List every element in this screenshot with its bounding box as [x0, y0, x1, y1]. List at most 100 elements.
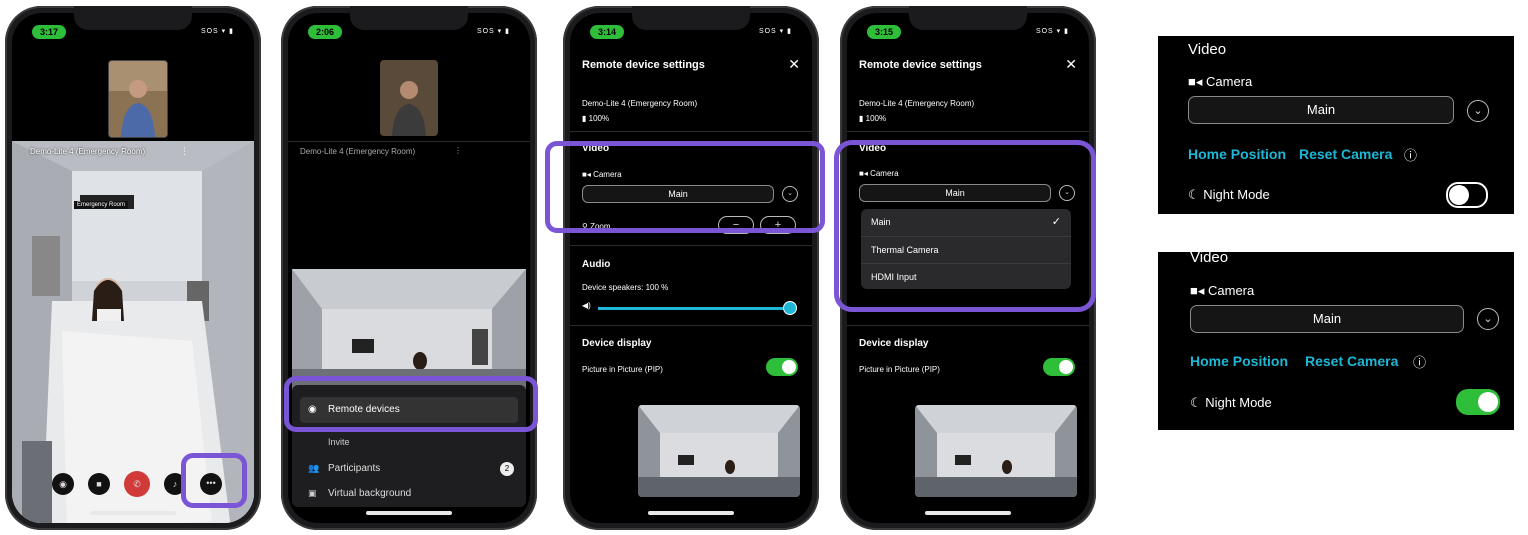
camera-icon: ■◂ — [1190, 283, 1208, 298]
menu-item-participants[interactable]: 👥 Participants 2 — [300, 461, 518, 479]
speakers-label: Device speakers: 100 % — [582, 283, 669, 292]
device-label: Demo-Lite 4 (Emergency Room) — [300, 147, 416, 156]
divider — [570, 131, 812, 132]
info-icon[interactable]: ⓘ — [1413, 352, 1426, 371]
menu-item-invite[interactable]: Invite — [300, 435, 518, 453]
hospital-room-image — [638, 405, 800, 497]
microphone-off-icon: ♪ — [172, 479, 178, 489]
device-label: Demo-Lite 4 (Emergency Room) — [30, 147, 146, 156]
more-vertical-icon[interactable]: ⋮ — [180, 146, 189, 157]
home-indicator — [925, 511, 1011, 515]
status-indicators: SOS ▾ ▮ — [200, 28, 234, 35]
camera-flip-icon: ◉ — [59, 479, 67, 489]
notch — [632, 6, 750, 30]
camera-select[interactable]: Main — [1188, 96, 1454, 124]
notch — [74, 6, 192, 30]
highlight-remote-devices — [284, 376, 538, 432]
toggle-knob — [1478, 392, 1498, 412]
reset-camera-button[interactable]: Reset Camera — [1299, 146, 1392, 162]
display-heading: Device display — [859, 338, 929, 349]
toggle-knob — [782, 360, 796, 374]
pip-label: Picture in Picture (PIP) — [582, 365, 663, 374]
video-camera-icon: ■ — [96, 479, 102, 489]
person-silhouette-icon — [109, 61, 167, 137]
menu-item-virtual-background[interactable]: ▣ Virtual background — [300, 486, 518, 504]
speaker-icon: ◀) — [582, 301, 591, 310]
close-icon[interactable]: ✕ — [788, 56, 800, 73]
battery-status: ▮ 100% — [582, 114, 610, 123]
status-time: 3:15 — [867, 25, 901, 39]
end-call-button[interactable]: ✆ — [124, 471, 150, 497]
phone-dropdown-screen: 3:15 SOS ▾ ▮ Remote device settings ✕ De… — [834, 6, 1096, 530]
phone-hangup-icon: ✆ — [133, 479, 141, 489]
phone-settings-screen: 3:14 SOS ▾ ▮ Remote device settings ✕ De… — [545, 6, 825, 530]
phone-menu-screen: 2:06 SOS ▾ ▮ Demo-Lite 4 (Emergency Room… — [281, 6, 538, 530]
chevron-down-icon[interactable]: ⌄ — [1477, 308, 1499, 330]
chevron-down-icon[interactable]: ⌄ — [1467, 100, 1489, 122]
slider-fill — [598, 307, 790, 310]
battery-icon: ▮ — [859, 114, 866, 123]
display-heading: Device display — [582, 338, 652, 349]
menu-item-label: Participants — [328, 463, 381, 474]
toggle-knob — [1059, 360, 1073, 374]
flip-camera-button[interactable]: ◉ — [52, 473, 74, 495]
settings-title: Remote device settings — [859, 59, 982, 71]
night-mode-toggle[interactable] — [1456, 389, 1500, 415]
divider — [570, 245, 812, 246]
info-icon[interactable]: ⓘ — [1404, 145, 1417, 164]
screen: 2:06 SOS ▾ ▮ Demo-Lite 4 (Emergency Room… — [288, 13, 530, 523]
video-settings-panel-night-on: Video ■◂ Camera Main ⌄ Home Position Res… — [1158, 249, 1514, 430]
status-indicators: SOS ▾ ▮ — [758, 28, 792, 35]
home-position-button[interactable]: Home Position — [1190, 353, 1288, 369]
speakers-slider[interactable] — [598, 301, 797, 315]
home-indicator — [366, 511, 452, 515]
moon-icon: ☾ — [1190, 395, 1206, 410]
hospital-room-image — [915, 405, 1077, 497]
reset-camera-button[interactable]: Reset Camera — [1305, 353, 1398, 369]
screen: 3:14 SOS ▾ ▮ Remote device settings ✕ De… — [570, 13, 812, 523]
status-indicators: SOS ▾ ▮ — [476, 28, 510, 35]
video-heading: Video — [1190, 249, 1229, 266]
night-mode-label: ☾ Night Mode — [1190, 395, 1272, 410]
menu-item-label: Invite — [328, 437, 350, 447]
notch — [350, 6, 468, 30]
phone-call-screen: 3:17 SOS ▾ ▮ Demo-Lite 4 (Emergency Room… — [5, 6, 261, 530]
highlight-more-button — [181, 453, 247, 508]
self-view-thumbnail[interactable] — [380, 60, 438, 136]
video-heading: Video — [1188, 41, 1227, 58]
moon-icon: ☾ — [1188, 187, 1204, 202]
camera-select[interactable]: Main — [1190, 305, 1464, 333]
night-mode-label: ☾ Night Mode — [1188, 187, 1270, 202]
toggle-knob — [1449, 185, 1469, 205]
home-position-button[interactable]: Home Position — [1188, 146, 1286, 162]
device-name: Demo-Lite 4 (Emergency Room) — [859, 99, 975, 108]
self-view-thumbnail[interactable] — [108, 60, 168, 138]
video-settings-panel-night-off: Video ■◂ Camera Main ⌄ Home Position Res… — [1158, 36, 1514, 214]
notch — [909, 6, 1027, 30]
battery-status: ▮ 100% — [859, 114, 887, 123]
slider-handle[interactable] — [783, 301, 797, 315]
pip-preview — [915, 405, 1077, 497]
highlight-camera-dropdown — [834, 140, 1096, 312]
image-icon: ▣ — [308, 488, 317, 498]
status-time: 3:14 — [590, 25, 624, 39]
night-mode-toggle[interactable] — [1446, 182, 1488, 208]
divider — [847, 325, 1089, 326]
pip-label: Picture in Picture (PIP) — [859, 365, 940, 374]
menu-item-label: Virtual background — [328, 488, 412, 499]
device-name: Demo-Lite 4 (Emergency Room) — [582, 99, 698, 108]
divider — [570, 325, 812, 326]
video-toggle-button[interactable]: ■ — [88, 473, 110, 495]
pip-toggle[interactable] — [1043, 358, 1075, 376]
status-time: 2:06 — [308, 25, 342, 39]
more-vertical-icon[interactable]: ⋮ — [454, 146, 462, 155]
highlight-camera-section — [545, 141, 825, 233]
person-silhouette-icon — [380, 60, 438, 136]
status-indicators: SOS ▾ ▮ — [1035, 28, 1069, 35]
status-time: 3:17 — [32, 25, 66, 39]
home-indicator — [648, 511, 734, 515]
battery-icon: ▮ — [582, 114, 589, 123]
camera-icon: ■◂ — [1188, 74, 1206, 89]
close-icon[interactable]: ✕ — [1065, 56, 1077, 73]
pip-toggle[interactable] — [766, 358, 798, 376]
